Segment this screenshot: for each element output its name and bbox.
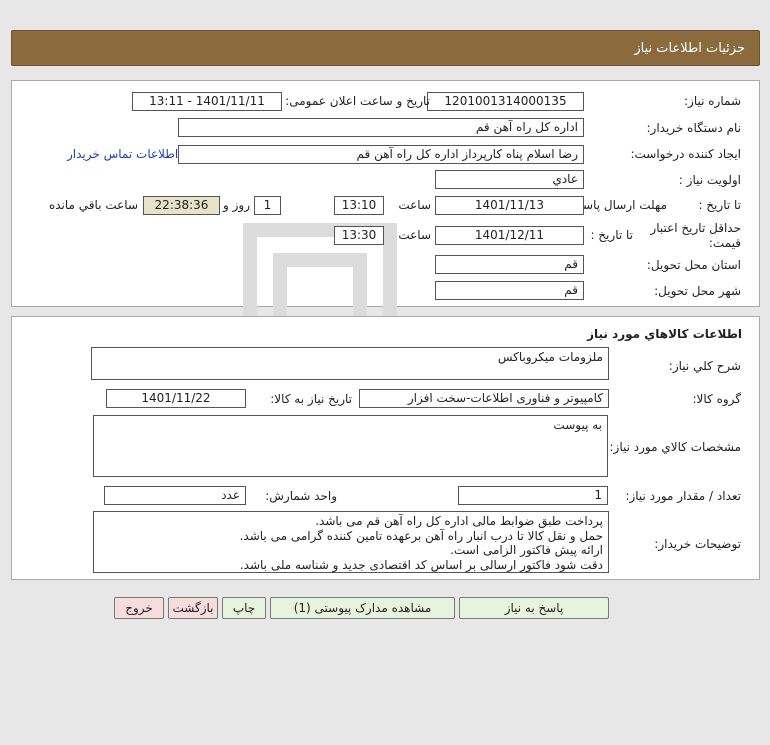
validity-to-date-label: تا تاریخ : <box>590 228 633 242</box>
desc-field: ملزومات میکروباکس <box>91 347 609 380</box>
remaining-time-field: 22:38:36 <box>143 196 220 215</box>
deadline-label: مهلت ارسال پاسخ: <box>571 198 667 212</box>
creator-label: ایجاد کننده درخواست: <box>630 147 741 161</box>
need-number-label: شماره نیاز: <box>684 94 741 108</box>
buyer-contact-link[interactable]: اطلاعات تماس خریدار <box>67 147 178 161</box>
priority-label: اولویت نیاز : <box>678 173 741 187</box>
need-date-label: تاریخ نیاز به کالا: <box>270 392 352 406</box>
validity-time-label: ساعت <box>398 228 431 242</box>
goods-section-title: اطلاعات کالاهاي مورد نياز <box>587 327 742 341</box>
city-field: قم <box>435 281 584 300</box>
specs-label: مشخصات کالاي مورد نياز: <box>609 440 741 454</box>
back-button[interactable]: بازگشت <box>168 597 218 619</box>
need-number-field: 1201001314000135 <box>427 92 584 111</box>
buyer-note-line: حمل و نقل کالا تا درب انبار راه آهن برعه… <box>239 528 603 543</box>
qty-label: تعداد / مقدار مورد نیاز: <box>625 489 741 503</box>
province-field: قم <box>435 255 584 274</box>
buyer-org-field: اداره کل راه آهن قم <box>178 118 584 137</box>
days-label: روز و <box>223 198 250 212</box>
group-label: گروه کالا: <box>692 392 742 406</box>
unit-field: عدد <box>104 486 246 505</box>
print-button[interactable]: چاپ <box>222 597 266 619</box>
validity-label: حداقل تاریخ اعتبار قیمت: <box>650 221 741 250</box>
view-attachments-button[interactable]: مشاهده مدارک پیوستی (1) <box>270 597 455 619</box>
deadline-time-label: ساعت <box>398 198 431 212</box>
priority-field: عادي <box>435 170 584 189</box>
announce-field: 1401/11/11 - 13:11 <box>132 92 282 111</box>
desc-label: شرح کلي نياز: <box>668 359 741 373</box>
creator-field: رضا اسلام پناه کارپرداز اداره کل راه آهن… <box>178 145 584 164</box>
group-field: کامپیوتر و فناوری اطلاعات-سخت افزار <box>359 389 609 408</box>
announce-label: تاریخ و ساعت اعلان عمومی: <box>285 94 430 108</box>
deadline-time-field: 13:10 <box>334 196 384 215</box>
validity-date-field: 1401/12/11 <box>435 226 584 245</box>
unit-label: واحد شمارش: <box>265 489 337 503</box>
exit-button[interactable]: خروج <box>114 597 164 619</box>
city-label: شهر محل تحویل: <box>654 284 741 298</box>
days-field: 1 <box>254 196 281 215</box>
buyer-notes-field: پرداخت طبق ضوابط مالی اداره کل راه آهن ق… <box>93 511 609 573</box>
deadline-date-field: 1401/11/13 <box>435 196 584 215</box>
page-header: جزئیات اطلاعات نیاز <box>11 30 760 66</box>
buyer-note-line: ارائه پیش فاکتور الزامی است. <box>450 543 603 557</box>
buyer-org-label: نام دستگاه خریدار: <box>646 121 742 135</box>
page-title: جزئیات اطلاعات نیاز <box>634 41 745 56</box>
specs-field: به پیوست <box>93 415 608 477</box>
buyer-note-line: پرداخت طبق ضوابط مالی اداره کل راه آهن ق… <box>315 514 603 528</box>
province-label: استان محل تحویل: <box>646 258 741 272</box>
remaining-label: ساعت باقي مانده <box>48 198 138 212</box>
qty-field: 1 <box>458 486 608 505</box>
need-details-panel <box>11 80 760 307</box>
buyer-note-line: دقت شود فاکتور ارسالی بر اساس کد اقتصادی… <box>239 557 603 572</box>
need-date-field: 1401/11/22 <box>106 389 246 408</box>
deadline-to-date-label: تا تاریخ : <box>698 198 741 212</box>
buyer-notes-label: توضیحات خریدار: <box>654 537 741 551</box>
validity-time-field: 13:30 <box>334 226 384 245</box>
reply-button[interactable]: پاسخ به نیاز <box>459 597 609 619</box>
